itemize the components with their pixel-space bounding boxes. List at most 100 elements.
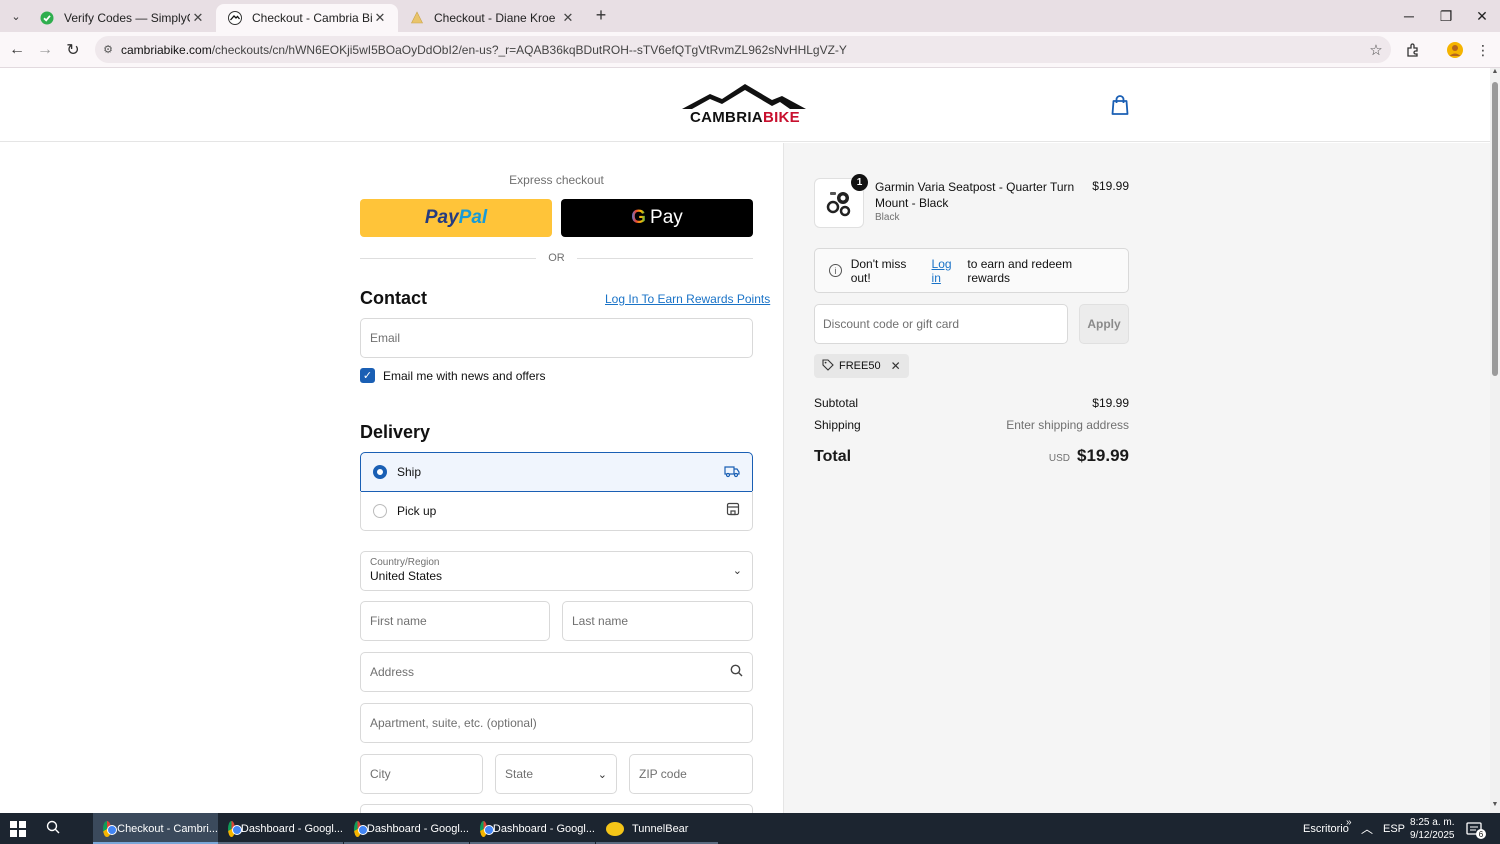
google-pay-button[interactable]: G Pay [561, 199, 753, 237]
search-icon [730, 664, 743, 680]
tab-simplycodes[interactable]: Verify Codes — SimplyCodes ✕ [28, 4, 216, 32]
rewards-login-link[interactable]: Log in [932, 257, 964, 285]
desktop-toolbar-label[interactable]: Escritorio [1303, 813, 1349, 844]
tab-diane-kroe[interactable]: Checkout - Diane Kroe ✕ [398, 4, 586, 32]
tab-search-chevron-icon[interactable]: ⌄ [6, 6, 26, 26]
cambria-icon [228, 11, 242, 25]
taskbar-search-icon[interactable] [46, 820, 60, 837]
taskbar-item-label: Dashboard - Googl... [492, 822, 595, 835]
ship-option[interactable]: Ship [360, 452, 753, 492]
taskbar-item-dashboard[interactable]: Dashboard - Googl... [470, 813, 595, 844]
rewards-banner: i Don't miss out! Log in to earn and red… [814, 248, 1129, 293]
taskbar-item-label: Dashboard - Googl... [366, 822, 469, 835]
tab-cambria-checkout[interactable]: Checkout - Cambria Bike ✕ [216, 4, 398, 32]
apartment-field[interactable]: Apartment, suite, etc. (optional) [360, 703, 753, 743]
last-name-field[interactable]: Last name [562, 601, 753, 641]
new-tab-icon[interactable]: + [590, 4, 612, 26]
extensions-icon[interactable] [1401, 38, 1425, 62]
tray-chevron-up-icon[interactable]: ︿ [1361, 813, 1373, 844]
close-tab-icon[interactable]: ✕ [190, 10, 206, 26]
city-field[interactable]: City [360, 754, 483, 794]
notification-count: 6 [1476, 829, 1486, 839]
email-field[interactable]: Email [360, 318, 753, 358]
checkout-page: CAMBRIABIKE Express checkout Pay Pal G Pay… [0, 68, 1490, 813]
rewards-login-link[interactable]: Log In To Earn Rewards Points [605, 292, 770, 306]
address-field[interactable]: Address [360, 652, 753, 692]
bookmark-star-icon[interactable]: ☆ [1361, 41, 1391, 59]
scroll-up-icon[interactable]: ▲ [1490, 68, 1500, 80]
forward-icon[interactable]: → [33, 38, 57, 62]
tunnelbear-icon [606, 821, 624, 836]
radio-selected-icon[interactable] [373, 465, 387, 479]
checkbox-checked-icon[interactable]: ✓ [360, 368, 375, 383]
email-placeholder: Email [370, 331, 401, 345]
truck-icon [724, 464, 740, 481]
tag-icon [822, 358, 834, 374]
windows-start-icon[interactable] [10, 821, 26, 837]
url-path: /checkouts/cn/hWN6EOKji5wI5BOaOyDdObI2/e… [211, 42, 847, 57]
restore-icon[interactable]: ❐ [1427, 0, 1465, 32]
news-offers-label: Email me with news and offers [383, 368, 546, 383]
language-indicator[interactable]: ESP [1383, 813, 1405, 844]
discount-code-input[interactable]: Discount code or gift card [814, 304, 1068, 344]
reload-icon[interactable]: ↻ [61, 38, 85, 62]
taskbar-item-dashboard[interactable]: Dashboard - Googl... [344, 813, 469, 844]
profile-icon[interactable] [1443, 38, 1467, 62]
apartment-placeholder: Apartment, suite, etc. (optional) [370, 716, 537, 730]
browser-menu-icon[interactable]: ⋮ [1471, 38, 1495, 62]
subtotal-label: Subtotal [814, 396, 859, 410]
logo-wordmark: CAMBRIABIKE [680, 109, 810, 126]
notifications-icon[interactable]: 6 [1466, 813, 1486, 844]
order-summary-panel [783, 143, 1490, 813]
express-checkout-label: Express checkout [509, 173, 604, 187]
taskbar-item-dashboard[interactable]: Dashboard - Googl... [218, 813, 343, 844]
or-label: OR [548, 252, 565, 264]
tab-title: Checkout - Diane Kroe [434, 11, 556, 25]
address-bar[interactable]: ⚙ cambriabike.com/checkouts/cn/hWN6EOKji… [95, 36, 1391, 63]
scroll-down-icon[interactable]: ▼ [1490, 801, 1500, 813]
site-info-icon[interactable]: ⚙ [95, 43, 121, 56]
first-name-field[interactable]: First name [360, 601, 550, 641]
country-select[interactable]: Country/Region United States ⌄ [360, 551, 753, 591]
pickup-option[interactable]: Pick up [360, 491, 753, 531]
shipping-label: Shipping [814, 418, 861, 432]
product-name: Garmin Varia Seatpost - Quarter Turn Mou… [875, 180, 1075, 210]
page-scrollbar[interactable]: ▲ ▼ [1490, 68, 1500, 813]
paypal-button[interactable]: Pay Pal [360, 199, 552, 237]
news-offers-checkbox-row[interactable]: ✓ Email me with news and offers [360, 368, 546, 383]
currency-label: USD [1048, 453, 1070, 464]
state-select[interactable]: State ⌄ [495, 754, 617, 794]
applied-code: FREE50 [839, 360, 881, 372]
remove-discount-icon[interactable]: ✕ [891, 359, 901, 373]
chrome-icon [103, 820, 118, 837]
scroll-thumb[interactable] [1492, 82, 1498, 376]
close-window-icon[interactable]: ✕ [1463, 0, 1500, 32]
clock[interactable]: 8:25 a. m. 9/12/2025 [1410, 813, 1455, 844]
clock-date: 9/12/2025 [1410, 829, 1455, 841]
cambria-logo[interactable]: CAMBRIABIKE [680, 82, 810, 128]
close-tab-icon[interactable]: ✕ [372, 10, 388, 26]
total-label: Total [814, 448, 852, 465]
quantity-badge: 1 [851, 174, 868, 191]
zip-field[interactable]: ZIP code [629, 754, 753, 794]
seatpost-mount-icon [826, 192, 851, 217]
url-text: cambriabike.com/checkouts/cn/hWN6EOKji5w… [121, 43, 1361, 57]
chevron-down-icon: ⌄ [732, 565, 742, 577]
tab-title: Verify Codes — SimplyCodes [64, 11, 190, 25]
store-icon [726, 502, 740, 519]
taskbar-item-label: Dashboard - Googl... [240, 822, 343, 835]
total-value: $19.99 [1077, 446, 1129, 465]
pickup-label: Pick up [397, 503, 437, 518]
taskbar-item-checkout[interactable]: Checkout - Cambri... [93, 813, 218, 844]
url-host: cambriabike.com [121, 42, 212, 57]
browser-toolbar: ← → ↻ ⚙ cambriabike.com/checkouts/cn/hWN… [0, 32, 1500, 68]
taskbar-item-tunnelbear[interactable]: TunnelBear [596, 813, 718, 844]
apply-discount-button[interactable]: Apply [1079, 304, 1129, 344]
back-icon[interactable]: ← [5, 38, 29, 62]
minimize-icon[interactable]: ─ [1390, 0, 1428, 32]
close-tab-icon[interactable]: ✕ [560, 10, 576, 26]
shopping-bag-icon[interactable] [1110, 94, 1130, 116]
radio-unselected-icon[interactable] [373, 503, 387, 518]
double-chevron-icon[interactable]: » [1346, 807, 1352, 838]
next-field-partial[interactable] [360, 804, 753, 813]
